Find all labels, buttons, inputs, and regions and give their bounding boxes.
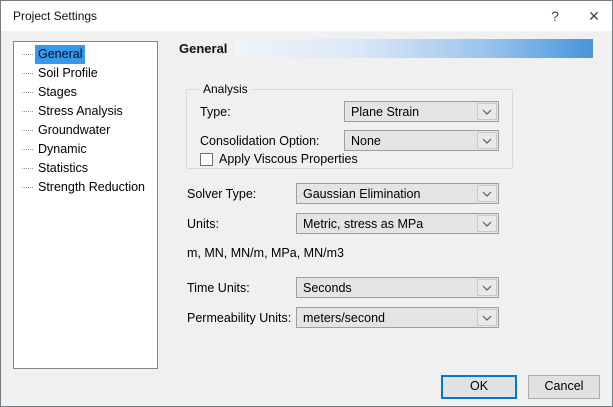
- units-label: Units:: [187, 217, 219, 231]
- time-units-label: Time Units:: [187, 281, 250, 295]
- tree-line: [22, 187, 33, 188]
- tree-item-statistics[interactable]: Statistics: [14, 159, 157, 178]
- header-gradient-band: [234, 39, 593, 58]
- analysis-groupbox-title: Analysis: [199, 82, 252, 96]
- tree-line: [22, 92, 33, 93]
- titlebar: Project Settings ? ✕: [1, 1, 612, 31]
- tree-item-strength-reduction[interactable]: Strength Reduction: [14, 178, 157, 197]
- window-title: Project Settings: [13, 9, 98, 23]
- chevron-down-icon: [477, 103, 497, 120]
- tree-item-soil-profile[interactable]: Soil Profile: [14, 64, 157, 83]
- apply-viscous-properties-label: Apply Viscous Properties: [219, 152, 358, 166]
- settings-tree: General Soil Profile Stages Stress Analy…: [13, 41, 158, 369]
- consolidation-option-label: Consolidation Option:: [200, 134, 320, 148]
- tree-line: [22, 111, 33, 112]
- chevron-down-icon: [477, 279, 497, 296]
- cancel-button[interactable]: Cancel: [528, 375, 600, 399]
- page-title: General: [179, 41, 228, 56]
- analysis-type-dropdown[interactable]: Plane Strain: [344, 101, 499, 122]
- permeability-units-dropdown[interactable]: meters/second: [296, 307, 499, 328]
- chevron-down-icon: [477, 309, 497, 326]
- units-description: m, MN, MN/m, MPa, MN/m3: [187, 246, 344, 260]
- tree-item-stages[interactable]: Stages: [14, 83, 157, 102]
- apply-viscous-properties-row: Apply Viscous Properties: [200, 152, 358, 166]
- solver-type-dropdown[interactable]: Gaussian Elimination: [296, 183, 499, 204]
- permeability-units-label: Permeability Units:: [187, 311, 292, 325]
- help-icon[interactable]: ?: [538, 1, 572, 31]
- chevron-down-icon: [477, 185, 497, 202]
- ok-button[interactable]: OK: [441, 375, 517, 399]
- solver-type-label: Solver Type:: [187, 187, 257, 201]
- chevron-down-icon: [477, 132, 497, 149]
- type-label: Type:: [200, 105, 231, 119]
- project-settings-dialog: Project Settings ? ✕ General Soil Profil…: [0, 0, 613, 407]
- time-units-dropdown[interactable]: Seconds: [296, 277, 499, 298]
- tree-line: [22, 168, 33, 169]
- tree-line: [22, 54, 33, 55]
- tree-line: [22, 130, 33, 131]
- apply-viscous-properties-checkbox[interactable]: [200, 152, 213, 166]
- tree-item-dynamic[interactable]: Dynamic: [14, 140, 157, 159]
- tree-line: [22, 149, 33, 150]
- chevron-down-icon: [477, 215, 497, 232]
- tree-item-groundwater[interactable]: Groundwater: [14, 121, 157, 140]
- tree-item-stress-analysis[interactable]: Stress Analysis: [14, 102, 157, 121]
- close-icon[interactable]: ✕: [577, 1, 611, 31]
- tree-line: [22, 73, 33, 74]
- tree-item-general[interactable]: General: [14, 45, 157, 64]
- consolidation-option-dropdown[interactable]: None: [344, 130, 499, 151]
- units-dropdown[interactable]: Metric, stress as MPa: [296, 213, 499, 234]
